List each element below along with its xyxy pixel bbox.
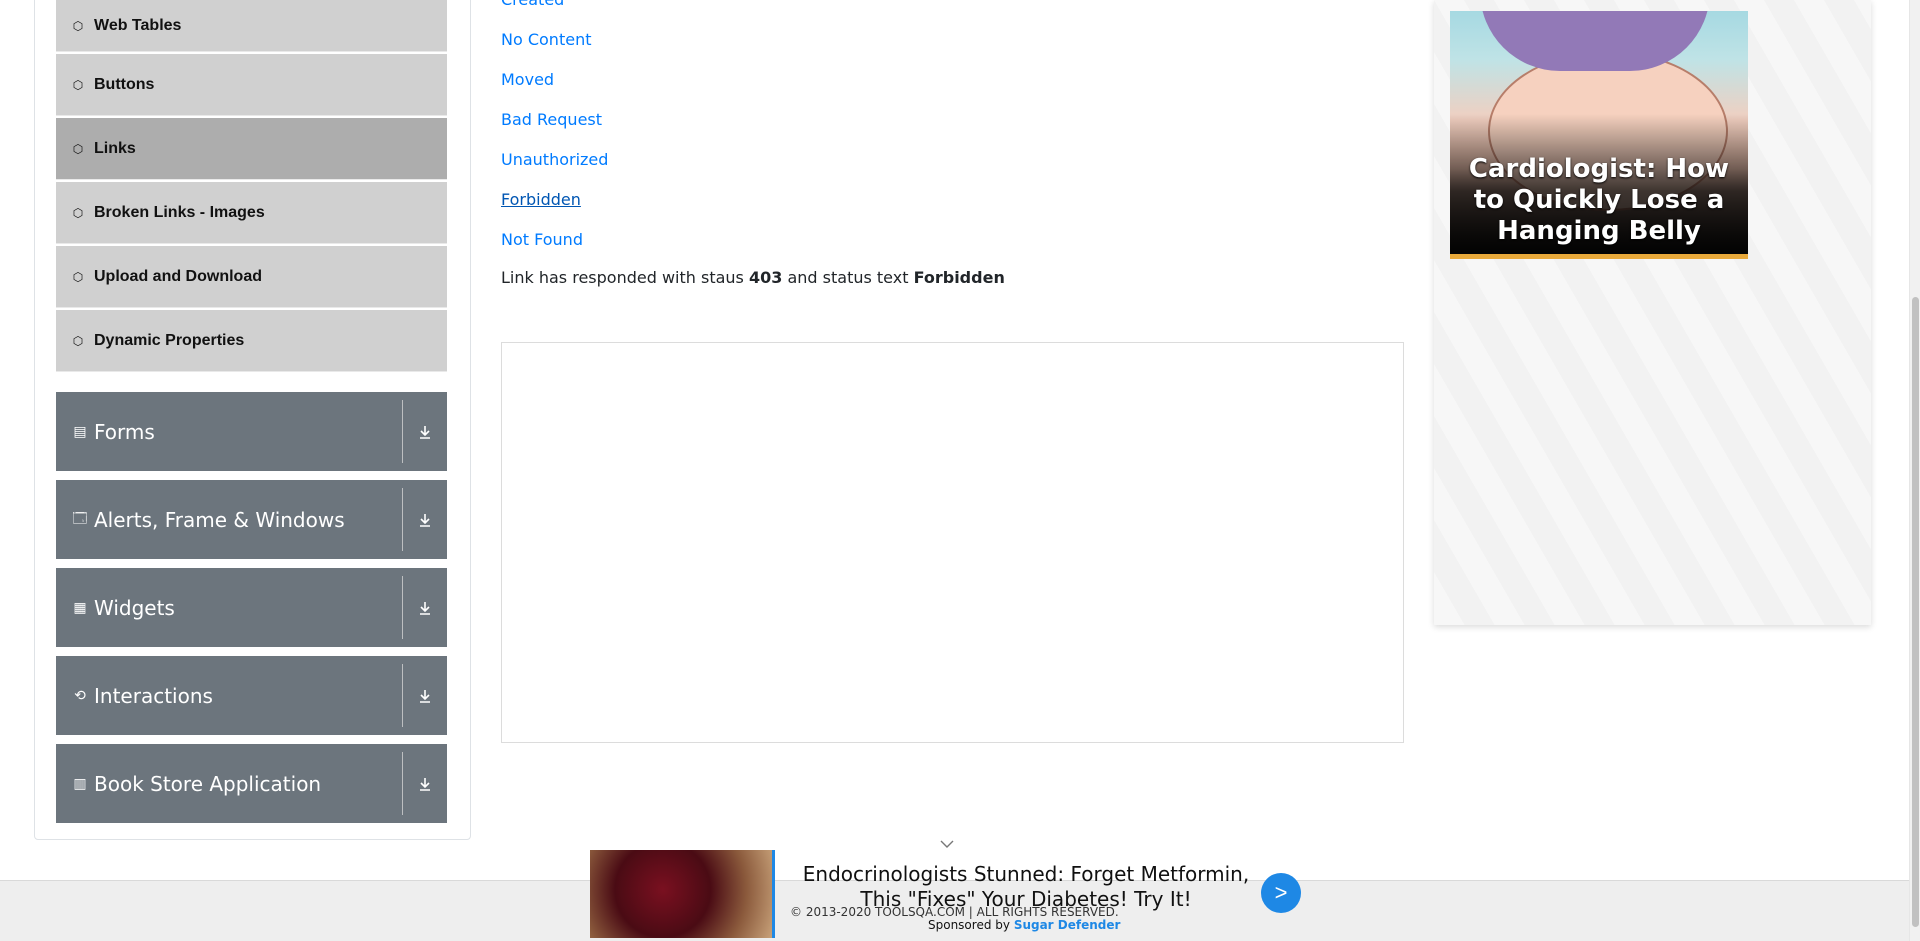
sidebar-item-links[interactable]: ⬡ Links [56,118,447,180]
group-widgets[interactable]: ▦ Widgets [56,568,447,647]
group-divider [402,576,403,639]
link-unauthorized[interactable]: Unauthorized [501,140,608,180]
group-label: Book Store Application [94,771,322,796]
response-status-code: 403 [748,268,783,287]
links-list: Created No Content Moved Bad Request Una… [501,0,608,260]
ad-placeholder [501,342,1404,743]
sponsor-prefix: Sponsored by [928,918,1010,932]
link-moved[interactable]: Moved [501,60,608,100]
link-created[interactable]: Created [501,0,608,20]
group-interactions[interactable]: ⟲ Interactions [56,656,447,735]
sidebar-item-broken-links[interactable]: ⬡ Broken Links - Images [56,182,447,244]
widgets-icon: ▦ [73,599,87,615]
download-arrow-icon[interactable] [403,776,447,792]
scrollbar-thumb[interactable] [1912,297,1919,927]
interactions-icon: ⟲ [74,687,86,703]
sidebar-item-label: Links [94,139,136,157]
download-arrow-icon[interactable] [403,424,447,440]
sidebar-item-label: Upload and Download [94,267,262,285]
hex-icon: ⬡ [72,77,84,92]
right-ad-panel: Cardiologist: How to Quickly Lose a Hang… [1434,0,1871,625]
sticky-ad-title[interactable]: Endocrinologists Stunned: Forget Metform… [786,862,1266,912]
books-icon: ▥ [73,775,87,791]
link-not-found[interactable]: Not Found [501,220,608,260]
link-bad-request[interactable]: Bad Request [501,100,608,140]
response-middle: and status text [787,268,909,287]
sidebar-item-label: Broken Links - Images [94,203,265,221]
group-book-store[interactable]: ▥ Book Store Application [56,744,447,823]
hex-icon: ⬡ [72,205,84,220]
group-label: Forms [94,419,155,444]
response-status-text: Forbidden [913,268,1005,287]
window-icon: 🗔 [72,509,88,526]
sticky-ad-image[interactable] [590,850,775,938]
scrollbar[interactable] [1909,0,1920,941]
sponsor-name[interactable]: Sugar Defender [1014,918,1121,932]
link-no-content[interactable]: No Content [501,20,608,60]
sidebar-item-label: Dynamic Properties [94,331,245,349]
form-icon: ▤ [73,423,87,439]
group-divider [402,488,403,551]
promo-headline: Cardiologist: How to Quickly Lose a Hang… [1468,154,1730,246]
group-label: Interactions [94,683,213,708]
group-divider [402,752,403,815]
group-divider [402,664,403,727]
link-forbidden[interactable]: Forbidden [501,180,608,220]
hex-icon: ⬡ [72,18,84,33]
sticky-ad-next-button[interactable]: > [1261,873,1301,913]
hex-icon: ⬡ [72,333,84,348]
sidebar-item-label: Web Tables [94,16,182,34]
elements-sub-list: ⬡ Web Tables ⬡ Buttons ⬡ Links ⬡ Broken … [56,0,447,374]
sticky-ad-sponsor: Sponsored by Sugar Defender [928,918,1120,932]
group-label: Alerts, Frame & Windows [94,507,345,532]
sidebar-item-label: Buttons [94,75,155,93]
link-response: Link has responded with staus 403 and st… [501,268,1005,287]
sidebar-item-web-tables[interactable]: ⬡ Web Tables [56,0,447,52]
chevron-down-icon[interactable] [940,836,954,852]
sidebar-item-dynamic-properties[interactable]: ⬡ Dynamic Properties [56,310,447,372]
download-arrow-icon[interactable] [403,512,447,528]
group-label: Widgets [94,595,175,620]
hex-icon: ⬡ [72,141,84,156]
sticky-ad[interactable]: Endocrinologists Stunned: Forget Metform… [590,840,1301,938]
group-alerts-frame-windows[interactable]: 🗔 Alerts, Frame & Windows [56,480,447,559]
sidebar-item-upload-download[interactable]: ⬡ Upload and Download [56,246,447,308]
response-prefix: Link has responded with staus [501,268,744,287]
download-arrow-icon[interactable] [403,688,447,704]
download-arrow-icon[interactable] [403,600,447,616]
hex-icon: ⬡ [72,269,84,284]
group-divider [402,400,403,463]
sidebar-item-buttons[interactable]: ⬡ Buttons [56,54,447,116]
promo-ad[interactable]: Cardiologist: How to Quickly Lose a Hang… [1450,11,1748,259]
group-forms[interactable]: ▤ Forms [56,392,447,471]
